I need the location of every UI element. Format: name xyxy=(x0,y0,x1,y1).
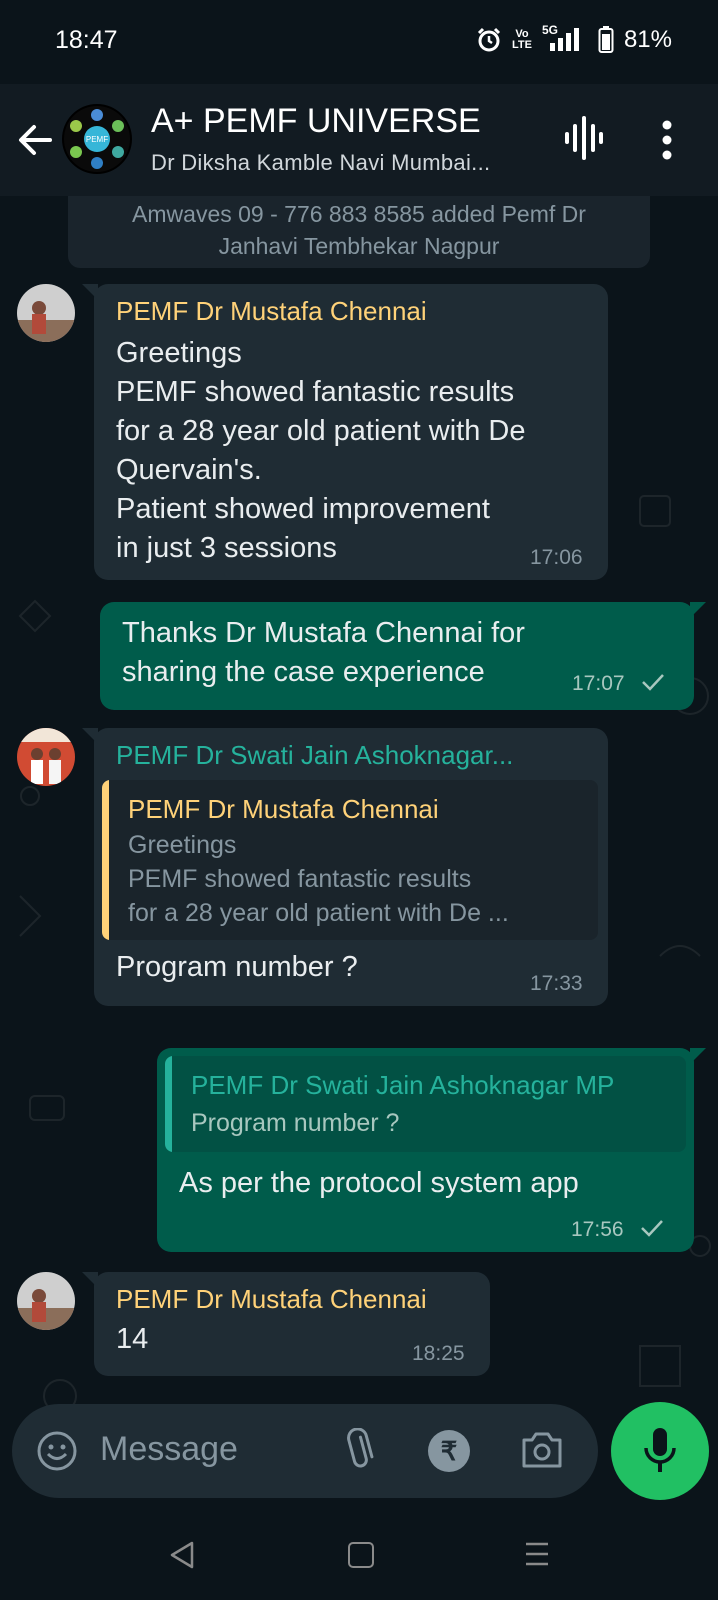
status-bar: 18:47 Vo LTE 5G 81% xyxy=(0,0,718,84)
quoted-text: Greetings PEMF showed fantastic results … xyxy=(128,831,509,927)
message-sender[interactable]: PEMF Dr Mustafa Chennai xyxy=(116,296,427,327)
message-bubble-incoming[interactable]: PEMF Dr Swati Jain Ashoknagar... PEMF Dr… xyxy=(94,728,608,1006)
group-title[interactable]: A+ PEMF UNIVERSE xyxy=(151,102,481,141)
sent-tick-icon xyxy=(641,1220,663,1237)
sent-tick-icon xyxy=(642,674,664,691)
voice-record-button[interactable] xyxy=(611,1402,709,1500)
bubble-tail xyxy=(82,284,98,300)
volte-indicator: Vo LTE xyxy=(511,28,532,51)
message-bubble-outgoing[interactable]: Thanks Dr Mustafa Chennai for sharing th… xyxy=(100,602,694,710)
quoted-sender: PEMF Dr Swati Jain Ashoknagar MP xyxy=(191,1070,615,1100)
message-time: 17:07 xyxy=(572,672,625,695)
status-icons: Vo LTE 5G 81% xyxy=(476,23,672,54)
quoted-text: Program number ? xyxy=(191,1109,400,1137)
quoted-message[interactable]: PEMF Dr Mustafa Chennai Greetings PEMF s… xyxy=(102,780,598,940)
message-text: Program number ? xyxy=(116,951,358,983)
back-arrow-icon[interactable] xyxy=(14,118,58,162)
voice-wave-icon[interactable] xyxy=(563,114,605,162)
svg-text:PEMF: PEMF xyxy=(86,135,108,144)
message-text: Thanks Dr Mustafa Chennai for sharing th… xyxy=(122,617,525,688)
message-bubble-outgoing[interactable]: PEMF Dr Swati Jain Ashoknagar MP Program… xyxy=(157,1048,694,1252)
emoji-icon[interactable] xyxy=(36,1430,78,1472)
alarm-icon xyxy=(477,27,501,52)
system-message: Amwaves 09 - 776 883 8585 added Pemf Dr … xyxy=(68,196,650,268)
message-bubble-incoming[interactable]: PEMF Dr Mustafa Chennai 14 18:25 xyxy=(94,1272,490,1376)
battery-percent: 81% xyxy=(623,26,672,53)
sender-avatar[interactable] xyxy=(17,284,75,342)
bubble-tail xyxy=(82,1272,98,1288)
message-bubble-incoming[interactable]: PEMF Dr Mustafa Chennai Greetings PEMF s… xyxy=(94,284,608,580)
more-vert-icon[interactable] xyxy=(660,120,674,160)
bubble-tail xyxy=(82,728,98,744)
sender-avatar[interactable] xyxy=(17,1272,75,1330)
group-subtitle[interactable]: Dr Diksha Kamble Navi Mumbai... xyxy=(151,150,490,176)
group-avatar[interactable]: PEMF xyxy=(62,104,132,174)
bubble-tail xyxy=(690,1048,706,1064)
message-time: 17:56 xyxy=(571,1218,624,1241)
message-time: 17:06 xyxy=(530,546,583,569)
quote-accent-bar xyxy=(165,1056,172,1152)
bubble-tail xyxy=(690,602,706,618)
battery-icon xyxy=(598,26,614,53)
message-text: As per the protocol system app xyxy=(179,1167,579,1199)
message-time: 17:33 xyxy=(530,972,583,995)
mic-icon xyxy=(644,1428,676,1472)
quote-accent-bar xyxy=(102,780,109,940)
system-nav-bar xyxy=(0,1510,718,1600)
message-text: 14 xyxy=(116,1323,149,1355)
chat-area[interactable]: Amwaves 09 - 776 883 8585 added Pemf Dr … xyxy=(0,196,718,1506)
message-sender[interactable]: PEMF Dr Mustafa Chennai xyxy=(116,1284,427,1315)
message-time: 18:25 xyxy=(412,1342,465,1365)
message-composer: Message ₹ xyxy=(12,1404,598,1498)
camera-icon[interactable] xyxy=(520,1430,564,1470)
quoted-message[interactable]: PEMF Dr Swati Jain Ashoknagar MP Program… xyxy=(165,1056,686,1152)
payment-icon[interactable]: ₹ xyxy=(428,1430,470,1472)
status-time: 18:47 xyxy=(55,26,118,54)
nav-home-icon[interactable] xyxy=(348,1542,374,1568)
nav-recents-icon[interactable] xyxy=(524,1540,550,1568)
quoted-sender: PEMF Dr Mustafa Chennai xyxy=(128,794,439,824)
sender-avatar[interactable] xyxy=(17,728,75,786)
nav-back-icon[interactable] xyxy=(168,1540,196,1570)
chat-header: PEMF A+ PEMF UNIVERSE Dr Diksha Kamble N… xyxy=(0,84,718,196)
message-text: Greetings PEMF showed fantastic results … xyxy=(116,337,526,564)
message-sender[interactable]: PEMF Dr Swati Jain Ashoknagar... xyxy=(116,740,513,771)
attach-icon[interactable] xyxy=(342,1428,376,1474)
signal-icon: 5G xyxy=(542,23,588,53)
message-input[interactable]: Message xyxy=(100,1430,238,1469)
